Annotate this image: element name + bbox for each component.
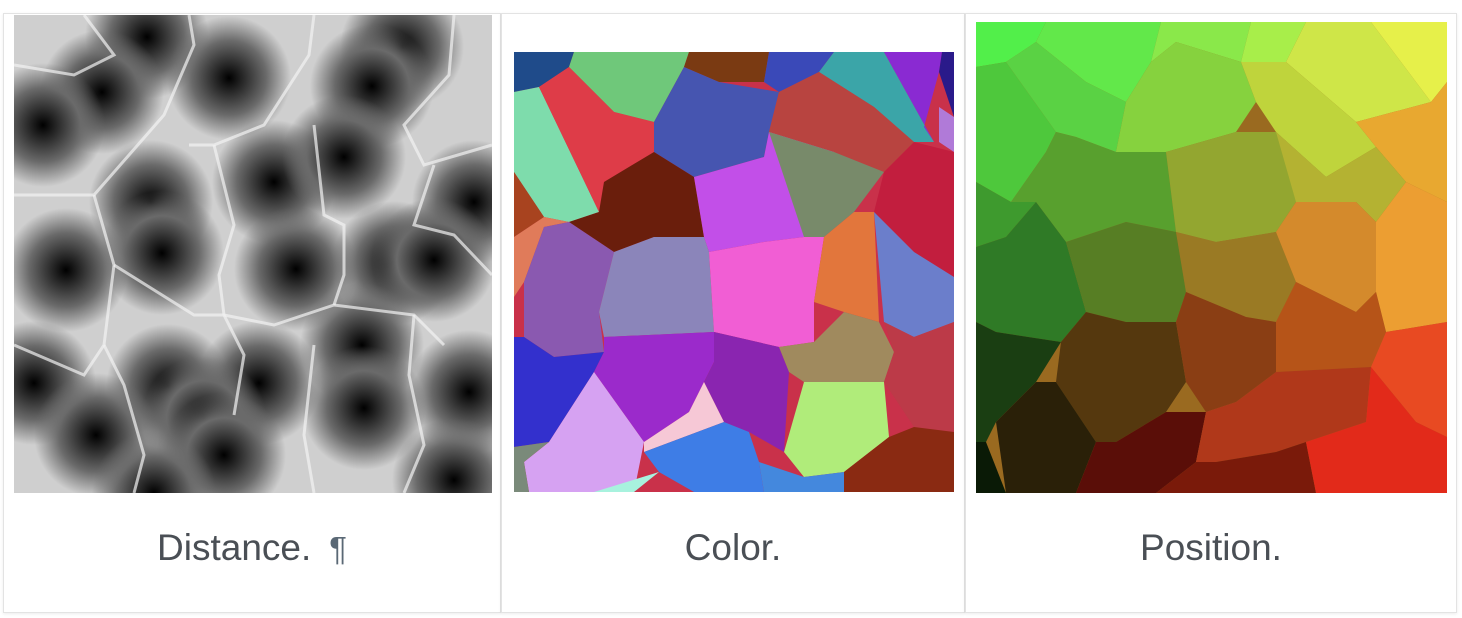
voronoi-position-image [976, 22, 1447, 493]
voronoi-distance-image [14, 15, 492, 493]
figure-caption-position: Position. [1140, 527, 1282, 568]
figure-gallery: Distance. ¶ Color. Position. [0, 0, 1462, 618]
figure-caption-color: Color. [684, 527, 782, 568]
caption-text: Distance. [157, 527, 312, 568]
figure-card-color: Color. [501, 13, 965, 613]
permalink-icon[interactable]: ¶ [329, 529, 347, 569]
figure-card-position: Position. [965, 13, 1457, 613]
voronoi-color-image [514, 52, 954, 492]
figure-card-distance: Distance. ¶ [3, 13, 501, 613]
figure-caption-distance: Distance. ¶ [4, 526, 500, 570]
